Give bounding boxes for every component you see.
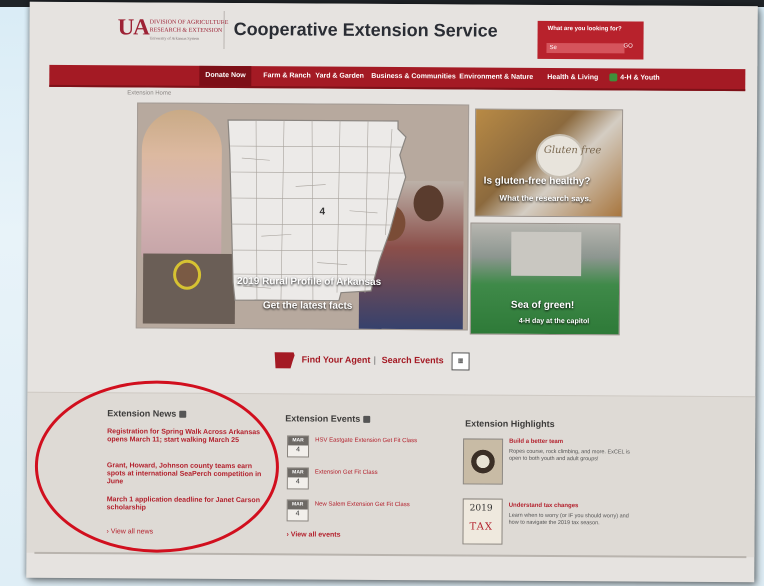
date-day: 4 [296,446,301,454]
date-month: MAR [287,500,308,510]
browser-page: UA DIVISION OF AGRICULTURE RESEARCH & EX… [26,1,758,583]
nav-health-living[interactable]: Health & Living [547,71,598,87]
quick-links: Find Your Agent | Search Events ▦ [274,349,514,372]
news-heading: Extension News [107,408,187,419]
gluten-free-card[interactable]: Gluten free Is gluten-free healthy? What… [474,108,624,218]
date-badge: MAR 4 [286,499,309,522]
view-all-news-label: View all news [110,528,154,536]
event-title[interactable]: HSV Eastgate Extension Get Fit Class [315,438,417,445]
news-item-1[interactable]: Registration for Spring Walk Across Arka… [107,428,267,445]
four-h-card-title: Sea of green! [510,299,575,312]
map-number: 4 [319,207,325,218]
four-h-card[interactable]: Sea of green! 4-H day at the capitol [469,222,621,336]
view-all-events-label: View all events [290,531,341,539]
calendar-icon[interactable]: ▦ [451,352,470,371]
hero-subline: Get the latest facts [262,300,353,312]
highlight-desc-2: Learn when to worry (or IF you should wo… [508,512,629,527]
header-divider [223,10,225,49]
view-all-events-link[interactable]: › View all events [286,531,340,538]
search-input[interactable] [546,42,625,54]
highlights-title: Extension Highlights [465,418,555,429]
hero-headline: 2019 Rural Profile of Arkansas [237,276,382,288]
gluten-card-subtitle: What the research says. [499,193,592,204]
highlight-heading-2[interactable]: Understand tax changes [509,503,579,509]
logo-text: DIVISION OF AGRICULTURE RESEARCH & EXTEN… [150,19,229,43]
couple-person-2 [413,185,444,222]
news-title: Extension News [107,408,177,419]
rss-icon[interactable] [179,410,187,418]
date-badge: MAR 4 [286,435,310,458]
search-label: What are you looking for? [547,25,622,33]
logo-line-3: University of Arkansas System [149,35,200,41]
arkansas-state-icon [274,352,295,369]
news-item-2[interactable]: Grant, Howard, Johnson county teams earn… [107,462,267,487]
nav-4h-label: 4-H & Youth [620,74,660,82]
tax-word: TAX [469,521,494,533]
events-title: Extension Events [285,413,361,424]
nav-4h-youth[interactable]: 4-H & Youth [609,71,660,87]
hero-photo-woman [141,109,223,260]
date-month: MAR [287,468,308,478]
date-badge: MAR 4 [286,467,309,490]
gluten-script: Gluten free [543,144,602,157]
highlight-heading-1[interactable]: Build a better team [509,439,563,445]
date-day: 4 [295,478,300,486]
gluten-card-title: Is gluten-free healthy? [483,175,591,188]
search-go-button[interactable]: GO [623,43,639,53]
news-item-3[interactable]: March 1 application deadline for Janet C… [107,496,267,513]
site-header: UA DIVISION OF AGRICULTURE RESEARCH & EX… [29,1,758,67]
site-title[interactable]: Cooperative Extension Service [234,19,498,42]
four-h-card-subtitle: 4-H day at the capitol [518,317,590,326]
event-title[interactable]: Extension Get Fit Class [315,470,378,476]
rss-icon[interactable] [363,415,371,423]
quick-links-separator: | [373,354,376,365]
ua-logo[interactable]: UA DIVISION OF AGRICULTURE RESEARCH & EX… [117,14,229,45]
nav-yard-garden[interactable]: Yard & Garden [315,70,364,86]
date-month: MAR [288,436,309,446]
find-agent-link[interactable]: Find Your Agent [302,354,371,364]
date-day: 4 [295,510,300,518]
view-all-news-link[interactable]: › View all news [107,528,154,535]
tax-year: 2019 [469,503,493,514]
search-panel: What are you looking for? GO [537,20,644,60]
hero-banner[interactable]: 4 2019 Rural Profile of Arkansas Get the… [135,102,470,331]
nav-donate[interactable]: Donate Now [199,65,252,87]
event-title[interactable]: New Salem Extension Get Fit Class [315,502,410,509]
breadcrumb[interactable]: Extension Home [127,90,171,96]
capitol-building-image [511,231,582,277]
highlight-desc-1: Ropes course, rock climbing, and more. E… [508,448,630,463]
nav-environment-nature[interactable]: Environment & Nature [459,70,533,86]
logo-mark: UA [117,14,149,40]
nav-business-communities[interactable]: Business & Communities [371,70,456,87]
team-building-image[interactable] [462,438,504,485]
search-events-link[interactable]: Search Events [382,355,444,365]
main-nav: Donate Now Farm & Ranch Yard & Garden Bu… [49,64,746,92]
farmer-head [173,259,202,290]
events-heading: Extension Events [285,413,371,424]
tax-image[interactable]: 2019 TAX [462,498,503,545]
nav-farm-ranch[interactable]: Farm & Ranch [263,69,311,85]
clover-icon [609,73,618,82]
